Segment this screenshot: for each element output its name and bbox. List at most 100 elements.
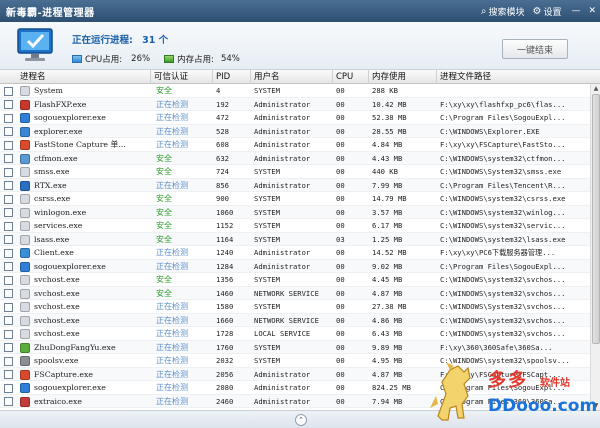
row-checkbox[interactable] (4, 194, 13, 204)
table-row[interactable]: svchost.exe 正在检测 1660 NETWORK SERVICE 00 4.86… (0, 313, 590, 327)
process-cpu: 00 (336, 356, 345, 365)
table-row[interactable]: services.exe 安全 1152 SYSTEM 00 6.17 MB C:\WIND… (0, 219, 590, 233)
column-header-cpu[interactable]: CPU (332, 70, 368, 84)
row-checkbox[interactable] (4, 100, 13, 109)
table-row[interactable]: RTX.exe 正在检测 856 Administrator 00 7.99 MB C:\P… (0, 178, 590, 192)
row-checkbox[interactable] (4, 208, 13, 217)
process-pid: 4 (216, 86, 221, 95)
row-checkbox[interactable] (4, 316, 13, 325)
process-pid: 608 (216, 140, 229, 149)
settings-button[interactable]: ⚙ 设置 (532, 5, 561, 18)
process-status: 正在检测 (156, 356, 188, 365)
column-header-user[interactable]: 用户名 (250, 70, 332, 84)
row-checkbox[interactable] (4, 383, 13, 393)
process-status: 正在检测 (156, 396, 188, 406)
table-row[interactable]: Client.exe 正在检测 1240 Administrator 00 14.52 M… (0, 246, 590, 260)
process-icon (20, 248, 30, 258)
collapse-chevron-up-icon[interactable]: ⌃ (295, 414, 307, 426)
row-checkbox[interactable] (4, 221, 13, 231)
process-path: C:\WINDOWS\System32\svchos... (440, 302, 566, 311)
table-row[interactable]: FlashFXP.exe 正在检测 192 Administrator 00 10.42 … (0, 97, 590, 111)
search-icon: ⌕ (480, 5, 487, 17)
row-checkbox[interactable] (4, 154, 13, 163)
process-name: svchost.exe (34, 315, 80, 325)
minimize-button[interactable]: — (571, 6, 580, 16)
process-pid: 632 (216, 153, 229, 163)
row-checkbox[interactable] (4, 370, 13, 379)
row-checkbox[interactable] (4, 248, 13, 258)
process-mem: 6.43 MB (372, 329, 403, 338)
process-status: 正在检测 (156, 140, 188, 149)
process-name: csrss.exe (34, 194, 71, 203)
table-row[interactable]: svchost.exe 安全 1460 NETWORK SERVICE 00 4.87 M… (0, 286, 590, 300)
row-checkbox[interactable] (4, 86, 13, 96)
column-header-memory[interactable]: 内存使用 (368, 70, 436, 84)
row-checkbox[interactable] (4, 343, 13, 352)
row-checkbox[interactable] (4, 397, 13, 406)
process-user: Administrator (254, 99, 311, 109)
process-path: C:\Program Files\SogouExpl... (440, 113, 566, 122)
row-checkbox[interactable] (4, 356, 13, 366)
process-pid: 724 (216, 167, 229, 176)
row-checkbox[interactable] (4, 262, 13, 271)
end-all-button[interactable]: 一键结束 (502, 39, 568, 59)
process-mem: 4.95 MB (372, 356, 403, 365)
process-status: 正在检测 (156, 342, 188, 352)
process-user: Administrator (254, 261, 311, 271)
process-icon (20, 288, 30, 299)
column-header-pid[interactable]: PID (212, 70, 250, 84)
process-status: 正在检测 (156, 369, 188, 379)
process-pid: 1284 (216, 261, 234, 271)
row-checkbox[interactable] (4, 181, 13, 190)
process-cpu: 00 (336, 167, 345, 176)
process-path: C:\Program Files\SogouExpl... (440, 261, 566, 271)
process-mem: 9.02 MB (372, 261, 403, 271)
process-status: 安全 (156, 194, 172, 203)
table-row[interactable]: winlogon.exe 安全 1060 SYSTEM 00 3.57 MB C:\WIND… (0, 205, 590, 219)
scroll-up-arrow-icon[interactable]: ▲ (591, 84, 600, 93)
process-pid: 1060 (216, 207, 234, 217)
table-row[interactable]: svchost.exe 正在检测 1728 LOCAL SERVICE 00 6.43 M… (0, 327, 590, 341)
process-status: 安全 (156, 275, 172, 284)
column-header-path[interactable]: 进程文件路径 (436, 70, 600, 84)
table-row[interactable]: smss.exe 安全 724 SYSTEM 00 440 KB C:\WINDOWS\Sy… (0, 165, 590, 179)
process-user: Administrator (254, 396, 311, 406)
table-row[interactable]: explorer.exe 正在检测 528 Administrator 00 28.55 … (0, 124, 590, 138)
table-row[interactable]: lsass.exe 安全 1164 SYSTEM 03 1.25 MB C:\WINDOWS… (0, 232, 590, 246)
process-status: 安全 (156, 207, 172, 217)
close-button[interactable]: ✕ (588, 6, 596, 16)
table-row[interactable]: FastStone Capture 单... 正在检测 608 Administrat… (0, 138, 590, 152)
table-row[interactable]: csrss.exe 安全 900 SYSTEM 00 14.79 MB C:\WINDOWS… (0, 192, 590, 206)
process-name: sogouexplorer.exe (34, 113, 106, 122)
row-checkbox[interactable] (4, 329, 13, 339)
table-row[interactable]: ZhuDongFangYu.exe 正在检测 1760 SYSTEM 00 9.89 MB… (0, 340, 590, 354)
row-checkbox[interactable] (4, 167, 13, 177)
process-pid: 1152 (216, 221, 234, 230)
row-checkbox[interactable] (4, 235, 13, 244)
process-icon (20, 369, 30, 380)
search-module-button[interactable]: ⌕ 搜索模块 (481, 5, 525, 18)
process-user: Administrator (254, 126, 311, 136)
table-row[interactable]: sogouexplorer.exe 正在检测 472 Administrator 00 5… (0, 111, 590, 125)
process-status: 安全 (156, 234, 172, 244)
process-status: 正在检测 (156, 383, 188, 392)
row-checkbox[interactable] (4, 113, 13, 123)
row-checkbox[interactable] (4, 127, 13, 136)
process-pid: 2032 (216, 356, 234, 365)
row-checkbox[interactable] (4, 275, 13, 285)
table-row[interactable]: sogouexplorer.exe 正在检测 1284 Administrator 00… (0, 259, 590, 273)
process-status: 正在检测 (156, 180, 188, 190)
row-checkbox[interactable] (4, 302, 13, 312)
memory-label: 内存占用: (177, 55, 214, 65)
scrollbar-thumb[interactable] (592, 94, 600, 344)
table-row[interactable]: svchost.exe 安全 1356 SYSTEM 00 4.45 MB C:\WINDO… (0, 273, 590, 287)
table-row[interactable]: ctfmon.exe 安全 632 Administrator 00 4.43 MB C:\… (0, 151, 590, 165)
table-row[interactable]: System 安全 4 SYSTEM 00 288 KB (0, 84, 590, 98)
process-path: C:\WINDOWS\System32\smss.exe (440, 167, 562, 176)
row-checkbox[interactable] (4, 140, 13, 150)
column-header-name[interactable]: 进程名 (0, 70, 150, 84)
memory-usage: 内存占用: 54% (164, 53, 240, 65)
row-checkbox[interactable] (4, 289, 13, 298)
table-row[interactable]: svchost.exe 正在检测 1580 SYSTEM 00 27.38 MB C:\WI… (0, 300, 590, 314)
column-header-trust[interactable]: 可信认证 (150, 70, 212, 84)
